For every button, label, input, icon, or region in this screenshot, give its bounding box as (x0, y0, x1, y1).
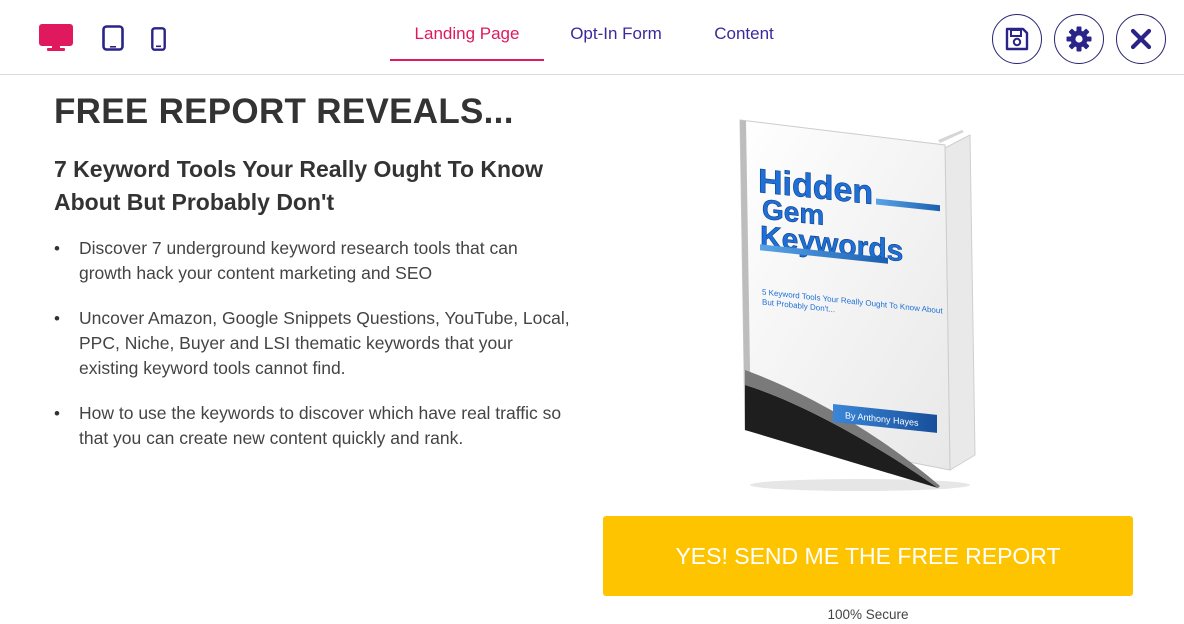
bullet-icon: • (54, 239, 60, 258)
tab-opt-in-form[interactable]: Opt-In Form (552, 0, 680, 61)
bullet-text: Discover 7 underground keyword research … (79, 238, 518, 283)
close-button[interactable] (1116, 14, 1166, 64)
settings-button[interactable] (1054, 14, 1104, 64)
save-button[interactable] (992, 14, 1042, 64)
gear-icon (1066, 26, 1092, 52)
secure-note: 100% Secure (827, 607, 909, 622)
bullet-icon: • (54, 309, 60, 328)
mobile-icon[interactable] (151, 27, 166, 51)
list-item: • How to use the keywords to discover wh… (54, 401, 574, 451)
tab-content[interactable]: Content (686, 0, 802, 61)
benefit-list: • Discover 7 underground keyword researc… (54, 236, 574, 471)
editor-toolbar: Landing Page Opt-In Form Content (0, 0, 1184, 75)
tab-landing-page[interactable]: Landing Page (390, 0, 544, 61)
page-subheadline: 7 Keyword Tools Your Really Ought To Kno… (54, 156, 543, 215)
close-icon (1130, 28, 1152, 50)
bullet-text: How to use the keywords to discover whic… (79, 403, 562, 448)
bullet-text: Uncover Amazon, Google Snippets Question… (79, 308, 570, 378)
list-item: • Uncover Amazon, Google Snippets Questi… (54, 306, 574, 381)
bullet-icon: • (54, 404, 60, 423)
save-icon (1005, 27, 1029, 51)
tablet-icon[interactable] (102, 25, 124, 51)
send-report-button[interactable]: YES! SEND ME THE FREE REPORT (603, 516, 1133, 596)
list-item: • Discover 7 underground keyword researc… (54, 236, 574, 286)
page-headline: FREE REPORT REVEALS... (54, 92, 514, 131)
desktop-icon[interactable] (39, 24, 73, 52)
ebook-cover-image: Hidden Gem Keywords 5 Keyword Tools Your… (739, 119, 976, 491)
